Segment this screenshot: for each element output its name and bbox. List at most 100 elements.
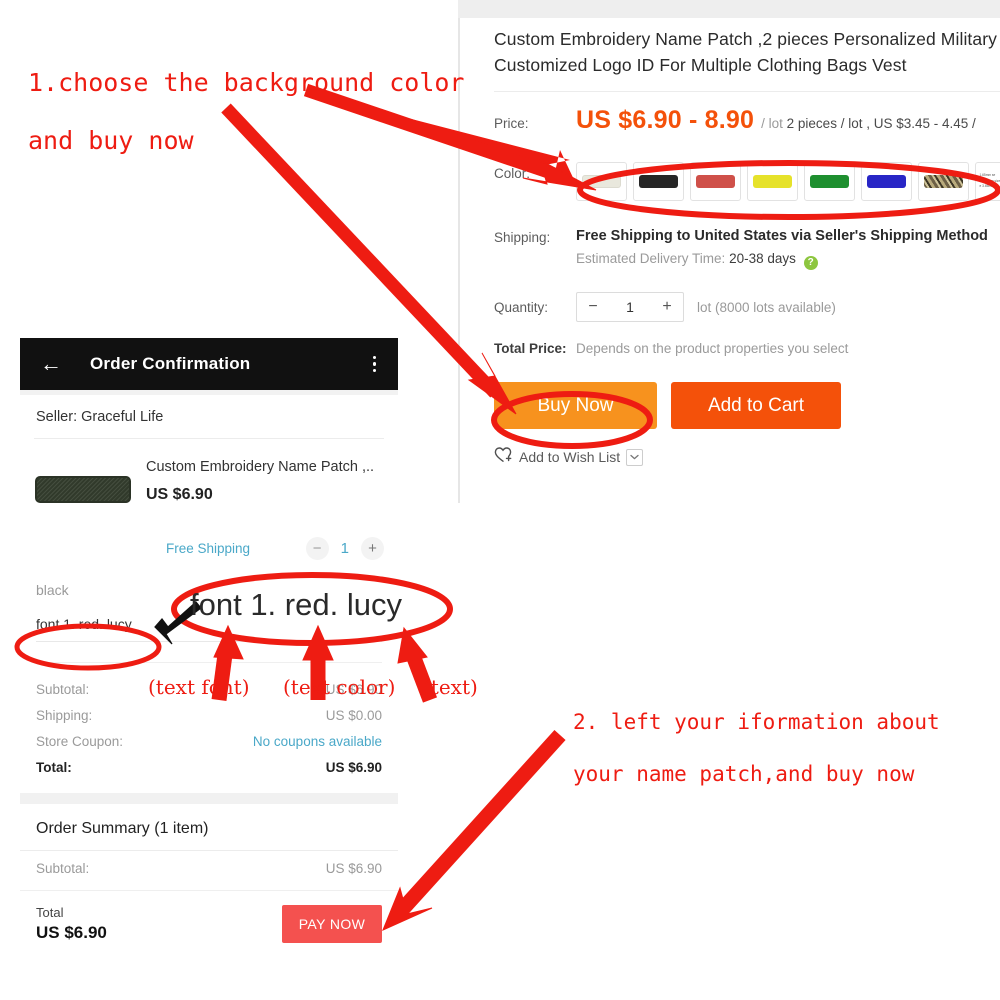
product-title-line-2: Customized Logo ID For Multiple Clothing… (494, 55, 907, 75)
patch-image (35, 475, 131, 503)
estimated-delivery: Estimated Delivery Time: 20-38 days ? (576, 248, 988, 270)
swatch-color-chip (639, 175, 678, 188)
swatch-size-chart-text: 1.65mm se e 2.65mm size e 3.65mm (979, 173, 1000, 189)
annotation-step-2-line-1: 2. left your iformation about (573, 710, 940, 734)
price-breakdown-value: US $6.90 (325, 760, 382, 775)
order-item-name: Custom Embroidery Name Patch ,.. (146, 459, 375, 475)
shipping-method: Free Shipping to United States via Selle… (576, 228, 988, 244)
estimated-delivery-value: 20-38 days (729, 251, 796, 266)
free-shipping-label[interactable]: Free Shipping (166, 541, 250, 556)
order-summary-subtotal-row: Subtotal: US $6.90 (20, 851, 398, 876)
mobile-quantity-decrement[interactable]: − (305, 537, 329, 560)
price-value: US $6.90 - 8.90 (576, 106, 755, 134)
color-swatch-green[interactable] (804, 162, 855, 201)
title-divider (494, 91, 1000, 92)
price-breakdown-row: Shipping: US $0.00 (36, 703, 382, 729)
add-to-cart-button[interactable]: Add to Cart (671, 382, 841, 429)
help-icon[interactable]: ? (803, 256, 818, 270)
annotation-step-2: 2. left your iformation about your name … (573, 696, 940, 800)
order-item-shipping-row: Free Shipping − 1 + (20, 537, 398, 560)
annotation-step-1-line-1: 1.choose the background color (28, 68, 465, 97)
annotation-step-2-line-2: your name patch,and buy now (573, 762, 915, 786)
order-summary-subtotal-label: Subtotal: (36, 861, 90, 876)
overflow-menu-icon[interactable] (372, 355, 376, 373)
order-item[interactable]: Custom Embroidery Name Patch ,.. US $6.9… (20, 439, 398, 531)
add-to-wish-list-label: Add to Wish List (519, 449, 621, 465)
add-to-wish-list-row[interactable]: Add to Wish List (494, 446, 1000, 468)
swatch-color-chip (924, 175, 963, 188)
chevron-down-icon[interactable] (626, 448, 644, 466)
seller-name[interactable]: Seller: Graceful Life (20, 395, 398, 438)
color-swatch-black[interactable] (633, 162, 684, 201)
heart-plus-icon (494, 446, 513, 468)
total-price-label: Total Price: (494, 341, 567, 356)
quantity-label: Quantity: (494, 300, 549, 315)
shipping-label: Shipping: (494, 230, 551, 245)
shipping-row: Shipping: Free Shipping to United States… (494, 226, 1000, 270)
order-item-price: US $6.90 (146, 486, 213, 503)
color-label: Color: (494, 166, 531, 181)
swatch-color-chip (810, 175, 849, 188)
quantity-increment-button[interactable]: + (651, 298, 683, 316)
color-swatch-yellow[interactable] (747, 162, 798, 201)
buy-now-button[interactable]: Buy Now (494, 382, 657, 429)
annotation-callout-text-color: (text color) (283, 675, 396, 699)
desktop-product-panel: Custom Embroidery Name Patch ,2 pieces P… (458, 0, 1000, 503)
annotation-callout-text-font: (text font) (148, 675, 250, 699)
swatch-color-chip (696, 175, 735, 188)
enlarged-customization-text: font 1. red. lucy (190, 587, 402, 622)
price-breakdown-label: Shipping: (36, 708, 93, 723)
back-arrow-icon[interactable]: ← (40, 353, 62, 375)
section-band (20, 793, 398, 804)
price-breakdown-label: Total: (36, 760, 72, 775)
color-swatch-strip[interactable]: 1.65mm se e 2.65mm size e 3.65mm (576, 162, 1000, 201)
color-swatch-size-chart[interactable]: 1.65mm se e 2.65mm size e 3.65mm (975, 162, 1000, 201)
pay-now-button[interactable]: PAY NOW (282, 905, 382, 943)
quantity-decrement-button[interactable]: − (577, 298, 609, 316)
annotation-step-1: 1.choose the background color and buy no… (28, 54, 465, 170)
swatch-color-chip (582, 175, 621, 188)
annotation-arrow-to-paynow (382, 729, 566, 931)
browser-top-band (458, 0, 1000, 18)
price-row: Price: US $6.90 - 8.90 / lot 2 pieces / … (494, 106, 1000, 135)
product-detail-body: Custom Embroidery Name Patch ,2 pieces P… (494, 26, 1000, 468)
color-row: Color: 1.65mm se e 2.65mm size e 3.65mm (494, 162, 1000, 201)
quantity-input[interactable]: 1 (609, 299, 651, 315)
mobile-app-bar: ← Order Confirmation (20, 338, 398, 390)
color-swatch-red[interactable] (690, 162, 741, 201)
order-summary-subtotal-value: US $6.90 (325, 861, 382, 876)
color-swatch-cream[interactable] (576, 162, 627, 201)
annotation-step-1-line-2: and buy now (28, 126, 194, 155)
total-price-row: Total Price: Depends on the product prop… (494, 341, 1000, 356)
page-title: Order Confirmation (90, 354, 251, 373)
product-thumbnail (34, 453, 132, 525)
price-breakdown-label: Subtotal: (36, 682, 90, 697)
price-breakdown-row: Store Coupon: No coupons available (36, 729, 382, 755)
mobile-quantity-increment[interactable]: + (361, 537, 384, 560)
estimated-delivery-label: Estimated Delivery Time: (576, 251, 726, 266)
customization-field-underline (36, 641, 382, 642)
pay-bar: Total US $6.90 PAY NOW (20, 891, 398, 943)
swatch-color-chip (753, 175, 792, 188)
color-swatch-camo[interactable] (918, 162, 969, 201)
mobile-order-confirmation-panel: ← Order Confirmation Seller: Graceful Li… (20, 338, 398, 978)
price-breakdown-label: Store Coupon: (36, 734, 124, 749)
grand-total-label: Total (36, 905, 64, 920)
swatch-color-chip (867, 175, 906, 188)
price-unit-rest: 2 pieces / lot , US $3.45 - 4.45 / (786, 116, 976, 131)
action-button-row: Buy Now Add to Cart (494, 382, 1000, 429)
price-label: Price: (494, 116, 529, 131)
mobile-quantity-value: 1 (340, 540, 349, 557)
quantity-row: Quantity: − 1 + lot (8000 lots available… (494, 292, 1000, 322)
stock-note: lot (8000 lots available) (697, 299, 836, 315)
price-breakdown-row: Total: US $6.90 (36, 755, 382, 781)
mobile-quantity-stepper[interactable]: − 1 + (305, 537, 384, 560)
price-unit-prefix: / lot (761, 116, 783, 131)
annotation-callout-text: (text) (423, 675, 478, 699)
price-breakdown-value[interactable]: No coupons available (253, 729, 382, 755)
quantity-stepper[interactable]: − 1 + (576, 292, 684, 322)
product-title-line-1: Custom Embroidery Name Patch ,2 pieces P… (494, 29, 997, 49)
grand-total: Total US $6.90 (36, 905, 107, 943)
price-breakdown-value: US $0.00 (325, 708, 382, 723)
color-swatch-blue[interactable] (861, 162, 912, 201)
